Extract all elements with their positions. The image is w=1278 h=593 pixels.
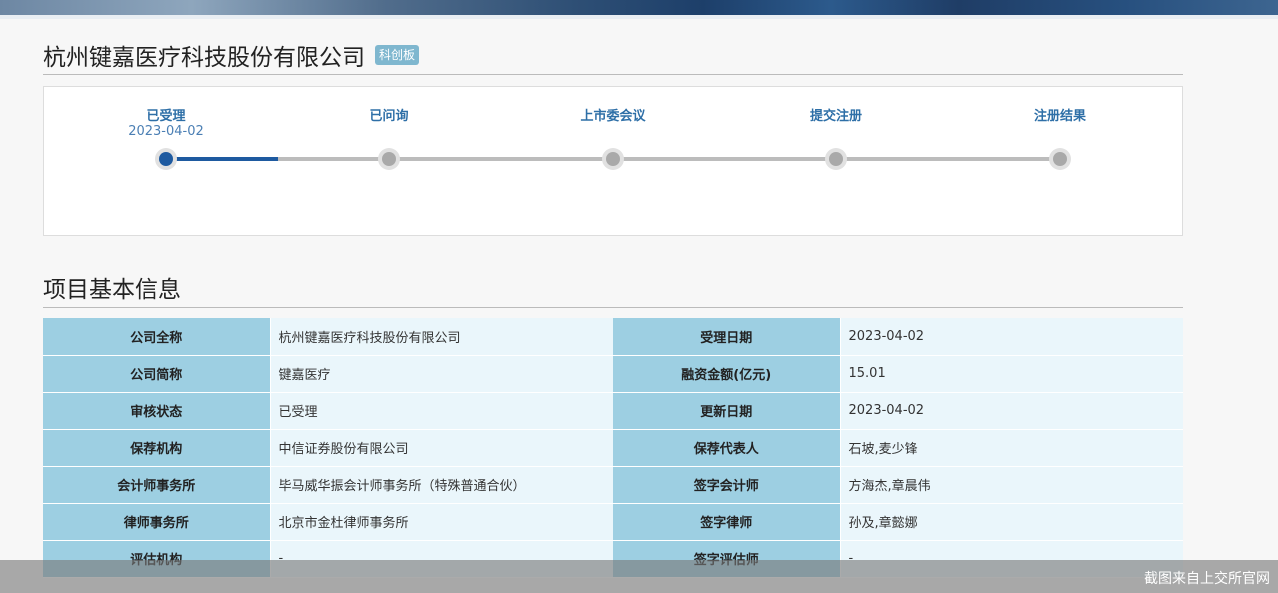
source-watermark: 截图来自上交所官网 [1144,571,1270,587]
review-progress-panel: 已受理 2023-04-02 已问询 上市委会议 提交注册 注册结果 [43,86,1183,236]
field-value: 已受理 [270,392,613,430]
field-label: 会计师事务所 [43,466,271,504]
progress-track-done [166,157,278,161]
field-value: 2023-04-02 [840,392,1183,430]
field-label: 律师事务所 [43,503,271,541]
table-row: 审核状态 已受理 更新日期 2023-04-02 [43,392,1183,430]
field-label: 签字会计师 [613,466,841,504]
step-label-inquired: 已问询 [369,109,409,124]
table-row: 会计师事务所 毕马威华振会计师事务所（特殊普通合伙） 签字会计师 方海杰,章晨伟 [43,466,1183,504]
field-value: 2023-04-02 [840,318,1183,356]
field-label: 签字律师 [613,503,841,541]
step-node-listing-committee [602,148,624,170]
table-row: 公司全称 杭州键嘉医疗科技股份有限公司 受理日期 2023-04-02 [43,318,1183,356]
step-date-accepted: 2023-04-02 [128,124,204,139]
field-label: 审核状态 [43,392,271,430]
table-row: 公司简称 键嘉医疗 融资金额(亿元) 15.01 [43,355,1183,393]
field-label: 受理日期 [613,318,841,356]
field-value: 15.01 [840,355,1183,393]
section-title: 项目基本信息 [43,277,181,303]
step-label-registration-result: 注册结果 [1033,109,1086,124]
field-label: 更新日期 [613,392,841,430]
step-label-listing-committee: 上市委会议 [580,109,646,124]
step-label-accepted: 已受理 [146,109,186,124]
table-row: 律师事务所 北京市金杜律师事务所 签字律师 孙及,章懿娜 [43,503,1183,541]
caption-overlay [0,560,1278,593]
title-divider [43,74,1183,75]
field-value: 杭州键嘉医疗科技股份有限公司 [270,318,613,356]
field-label: 公司简称 [43,355,271,393]
field-value: 孙及,章懿娜 [840,503,1183,541]
field-value: 键嘉医疗 [270,355,613,393]
company-name: 杭州键嘉医疗科技股份有限公司 [43,45,365,71]
table-row: 保荐机构 中信证券股份有限公司 保荐代表人 石坡,麦少锋 [43,429,1183,467]
field-label: 保荐代表人 [613,429,841,467]
field-value: 毕马威华振会计师事务所（特殊普通合伙） [270,466,613,504]
header-banner [0,0,1278,19]
page-title: 杭州键嘉医疗科技股份有限公司 科创板 [43,38,420,72]
step-node-accepted [155,148,177,170]
field-value: 石坡,麦少锋 [840,429,1183,467]
section-divider [43,307,1183,308]
step-node-inquired [378,148,400,170]
field-value: 方海杰,章晨伟 [840,466,1183,504]
board-tag-badge: 科创板 [375,45,420,65]
step-label-submit-registration: 提交注册 [809,109,862,124]
field-label: 融资金额(亿元) [613,355,841,393]
step-node-submit-registration [825,148,847,170]
step-node-registration-result [1049,148,1071,170]
field-label: 公司全称 [43,318,271,356]
project-info-table: 公司全称 杭州键嘉医疗科技股份有限公司 受理日期 2023-04-02 公司简称… [43,318,1183,578]
field-value: 中信证券股份有限公司 [270,429,613,467]
field-value: 北京市金杜律师事务所 [270,503,613,541]
field-label: 保荐机构 [43,429,271,467]
